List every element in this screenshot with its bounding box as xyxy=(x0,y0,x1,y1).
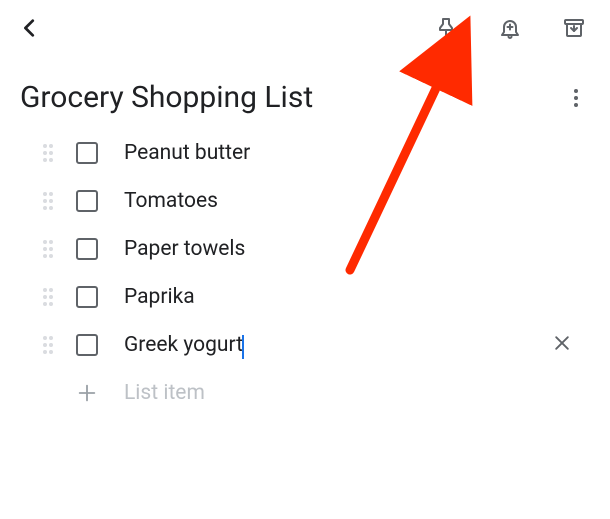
pin-button[interactable] xyxy=(432,14,460,42)
checkbox[interactable] xyxy=(76,190,98,212)
pin-icon xyxy=(434,16,458,40)
checkbox[interactable] xyxy=(76,286,98,308)
item-text[interactable]: Paper towels xyxy=(124,237,245,261)
item-text[interactable]: Tomatoes xyxy=(124,189,218,213)
add-item-button[interactable] xyxy=(76,382,98,404)
list-item[interactable]: Paper towels xyxy=(38,225,602,273)
plus-icon xyxy=(76,382,98,404)
more-options-button[interactable] xyxy=(562,84,590,112)
list-item[interactable]: Paprika xyxy=(38,273,602,321)
drag-handle-icon xyxy=(41,191,55,211)
checklist: Peanut butter Tomatoes Paper towels Papr… xyxy=(0,123,610,417)
bell-add-icon xyxy=(498,16,522,40)
close-icon xyxy=(552,333,572,353)
note-title[interactable]: Grocery Shopping List xyxy=(20,80,313,115)
drag-handle[interactable] xyxy=(38,239,58,259)
checkbox[interactable] xyxy=(76,238,98,260)
archive-button[interactable] xyxy=(560,14,588,42)
item-text[interactable]: Paprika xyxy=(124,285,195,309)
more-vertical-icon xyxy=(564,86,588,110)
drag-handle-icon xyxy=(41,239,55,259)
item-text[interactable]: Peanut butter xyxy=(124,141,250,165)
delete-item-button[interactable] xyxy=(552,333,572,357)
app-toolbar xyxy=(0,0,610,56)
drag-handle-icon xyxy=(41,143,55,163)
checkbox[interactable] xyxy=(76,334,98,356)
drag-handle-icon xyxy=(41,287,55,307)
drag-handle[interactable] xyxy=(38,191,58,211)
chevron-left-icon xyxy=(19,17,41,39)
checkbox[interactable] xyxy=(76,142,98,164)
archive-icon xyxy=(562,16,586,40)
list-item[interactable]: Peanut butter xyxy=(38,129,602,177)
list-item[interactable]: Greek yogurt xyxy=(38,321,602,369)
drag-handle-icon xyxy=(41,335,55,355)
drag-handle[interactable] xyxy=(38,143,58,163)
add-item-placeholder[interactable]: List item xyxy=(124,381,205,405)
add-item-row[interactable]: List item xyxy=(38,369,602,417)
list-item[interactable]: Tomatoes xyxy=(38,177,602,225)
back-button[interactable] xyxy=(16,14,44,42)
drag-handle[interactable] xyxy=(38,335,58,355)
drag-handle[interactable] xyxy=(38,287,58,307)
item-text[interactable]: Greek yogurt xyxy=(124,333,243,357)
note-header: Grocery Shopping List xyxy=(0,56,610,123)
reminder-button[interactable] xyxy=(496,14,524,42)
